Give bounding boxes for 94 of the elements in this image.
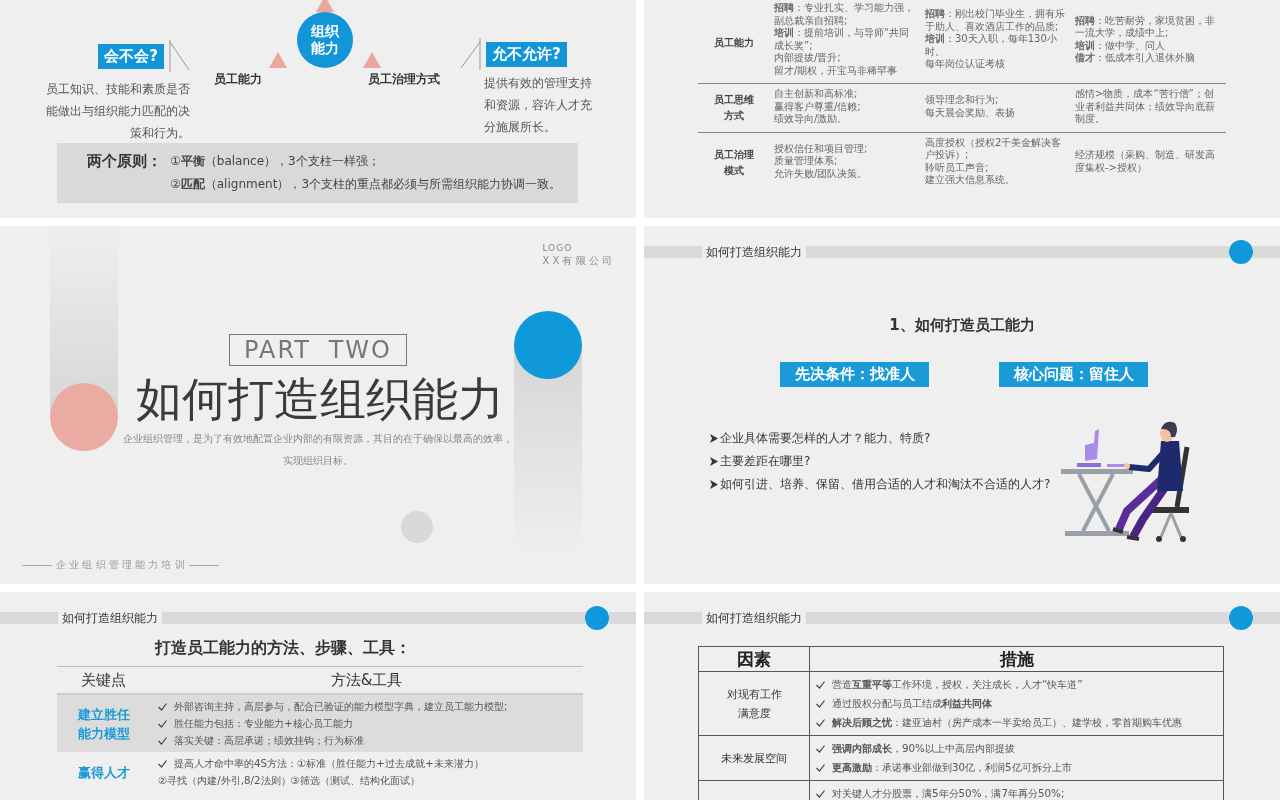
- header-band: [609, 612, 636, 624]
- method-text: 胜任能力包括：专业能力+核心员工能力: [174, 716, 353, 731]
- header-dot: [1229, 606, 1253, 630]
- row-header: 员工能力: [713, 35, 755, 50]
- method-text: 外部咨询主持，高层参与，配合已验证的能力模型字典，建立员工能力模型;: [174, 699, 508, 714]
- cell-text: 聆听员工声音;: [925, 161, 990, 174]
- check-icon: [816, 763, 825, 772]
- check-icon: [816, 699, 825, 708]
- bullet-text: 如何引进、培养、保留、借用合适的人才和淘汰不合适的人才?: [720, 476, 1051, 493]
- section-subtitle: 企业组织管理，是为了有效地配置企业内部的有限资源，其目的在于确保以最高的效率，实现组织目标。: [123, 432, 513, 468]
- pillar-label: 员工治理方式: [368, 72, 440, 87]
- arrow-bullet-icon: [710, 433, 718, 443]
- row-header: 员工思维方式: [698, 83, 770, 132]
- company-name: X X 有 限 公 司: [542, 254, 612, 268]
- measure-text: 营造互重平等工作环境，授权，关注成长，人才“快车道”: [832, 677, 1083, 692]
- column-header: 措施: [809, 646, 1224, 672]
- factor-text: 对现有工作 满意度: [726, 687, 782, 719]
- cell-text: 高度授权（授权2千美金解决客户投诉）;: [925, 136, 1063, 162]
- header-band: [1253, 612, 1280, 624]
- cell-text: 允许失败/团队决策。: [774, 167, 869, 181]
- method-text: ②寻找（内建/外引,8/2法则）③筛选（测试、结构化面试）: [158, 773, 420, 788]
- cell-text: 领导理念和行为;: [925, 94, 1000, 107]
- slide-header: 如何打造组织能力: [61, 609, 159, 627]
- cell-text: 经济规模（采购、制造、研发高度集权->授权）: [1075, 149, 1216, 174]
- cell-text: 赢得客户尊重/信赖;: [774, 100, 862, 113]
- triangle-icon: [269, 52, 287, 68]
- header-band: [644, 612, 702, 624]
- key-point-text: 赢得人才: [77, 763, 130, 782]
- part-label: PART TWO: [229, 334, 407, 366]
- arrow-bullet-icon: [710, 456, 718, 466]
- description-text: 员工知识、技能和素质是否能做出与组织能力匹配的决策和行为。: [45, 81, 190, 142]
- cell-text: 借才：低成本引入退休外脑: [1075, 52, 1196, 65]
- factor-text: 未来发展空间: [721, 751, 787, 764]
- key-point-label: 核心问题：留住人: [999, 362, 1148, 387]
- check-icon: [158, 759, 167, 768]
- cell-text: 建立强大信息系统。: [925, 174, 1016, 187]
- description-text: 提供有效的管理支持和资源，容许人才充分施展所长。: [484, 75, 593, 136]
- pillar-label: 员工能力: [214, 72, 262, 87]
- cell-text: 内部提拔/晋升;: [774, 52, 842, 65]
- check-icon: [816, 744, 825, 753]
- bracket-line: [460, 38, 482, 70]
- bullet-text: 主要差距在哪里?: [720, 453, 811, 470]
- header-band: [644, 246, 702, 258]
- measure-text: 更高激励：承诺事业部做到30亿，利润5亿可拆分上市: [832, 760, 1072, 775]
- measure-text: 通过股权分配与员工结成利益共同体: [832, 696, 992, 711]
- bullet-text: 企业具体需要怎样的人才？能力、特质?: [720, 430, 931, 447]
- header-band: [1253, 246, 1280, 258]
- slide-title: 打造员工能力的方法、步骤、工具：: [153, 638, 412, 658]
- cell-text: 培训：提前培训，与导师“共同成长奖”;: [774, 27, 911, 52]
- decor-circle: [50, 383, 118, 451]
- logo-text: LOGO: [542, 243, 574, 253]
- slide-header: 如何打造组织能力: [705, 609, 803, 627]
- cell-text: 招聘：专业扎实、学习能力强，副总裁亲自招聘;: [774, 2, 915, 27]
- arrow-bullet-icon: [710, 479, 718, 489]
- measure-text: 对关键人才分股票，满5年分50%，满7年再分50%;: [832, 786, 1065, 800]
- cell-text: 绩效导向/激励。: [774, 113, 849, 126]
- method-text: 落实关键：高层承诺；绩效挂钩；行为标准: [174, 733, 364, 748]
- cell-text: 每年岗位认证考核: [925, 58, 1006, 71]
- key-point-text: 建立胜任 能力模型: [77, 705, 130, 743]
- check-icon: [816, 680, 825, 689]
- method-text: 提高人才命中率的4S方法：①标准（胜任能力+过去成就+未来潜力）: [174, 756, 484, 771]
- cell-text: 招聘：刚出校门毕业生，拥有乐于助人、喜欢酒店工作的品质;: [925, 8, 1065, 33]
- measure-text: 解决后顾之忧：建亚迪村（房产成本一半卖给员工）、建学校，零首期购车优惠: [832, 715, 1182, 730]
- slide-header: 如何打造组织能力: [705, 243, 803, 261]
- principle-text: ①平衡（balance），3个支柱一样强；: [170, 153, 381, 170]
- key-point-label: 先决条件：找准人: [780, 362, 929, 387]
- cell-text: 质量管理体系;: [774, 155, 839, 168]
- question-label: 会不会?: [98, 43, 164, 69]
- principle-text: ②匹配（alignment），3个支柱的重点都必须与所需组织能力协调一致。: [170, 176, 563, 193]
- row-header: 员工治理模式: [698, 131, 770, 193]
- footer-text: 企 业 组 织 管 理 能 力 培 训: [56, 558, 185, 572]
- column-header: 因素: [698, 646, 810, 672]
- cell-text: 培训：做中学、问人: [1075, 39, 1166, 52]
- cell-text: 自主创新和高标准;: [774, 88, 859, 101]
- header-dot: [1229, 240, 1253, 264]
- measure-text: 强调内部成长，90%以上中高层内部提拔: [832, 741, 1015, 756]
- check-icon: [816, 718, 825, 727]
- center-circle: 组织能力: [297, 12, 353, 68]
- cell-text: 感情>物质，成本“苦行僧”；创业者利益共同体；绩效导向底薪制度。: [1075, 88, 1216, 126]
- cell-text: 招聘：吃苦耐劳，家境贫困，非一流大学，成绩中上;: [1075, 14, 1216, 40]
- bracket-line: [168, 40, 190, 72]
- cell-text: 留才/期权，开宝马非稀罕事: [774, 64, 899, 77]
- cell-text: 授权信任和项目管理;: [774, 142, 869, 156]
- header-dot: [585, 606, 609, 630]
- cell-text: 培训：30天入职，每年130小时。: [925, 33, 1058, 58]
- check-icon: [816, 789, 825, 798]
- slide-title: 1、如何打造员工能力: [888, 316, 1036, 335]
- decor-circle: [514, 311, 582, 379]
- section-title: 如何打造组织能力: [136, 371, 504, 428]
- triangle-icon: [316, 0, 334, 12]
- question-label: 允不允许?: [486, 41, 567, 67]
- principles-title: 两个原则：: [87, 152, 162, 171]
- cell-text: 每天晨会奖励、表扬: [925, 106, 1016, 120]
- triangle-icon: [363, 52, 381, 68]
